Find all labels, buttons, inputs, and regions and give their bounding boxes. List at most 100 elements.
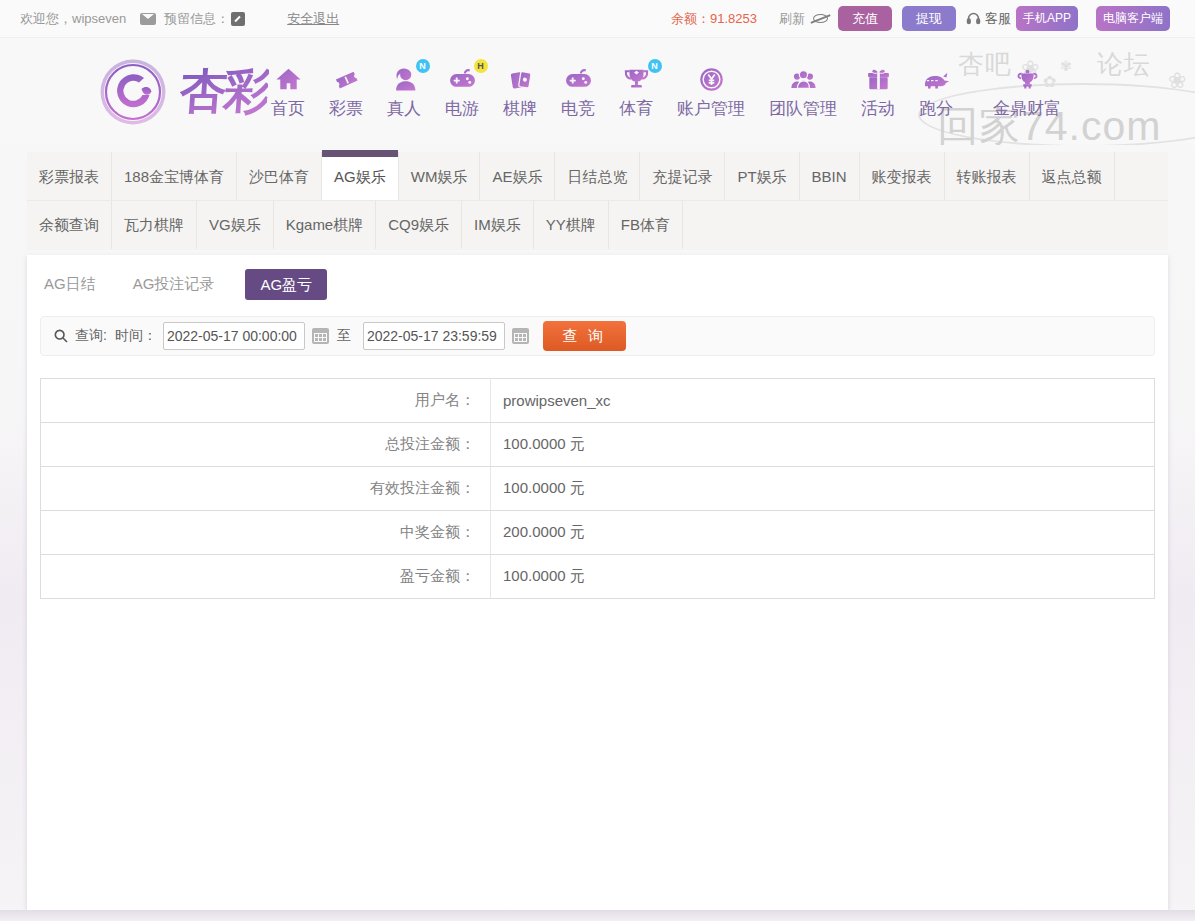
nav-item-11[interactable]: 跑分 <box>919 64 953 120</box>
main-nav: 首页彩票 N 真人 H电游棋牌 电竞 N 体育 账户管理 团队管理活动跑分金鼎财富 <box>271 64 1061 120</box>
tab-row-1: 彩票报表188金宝博体育沙巴体育AG娱乐WM娱乐AE娱乐日结总览充提记录PT娱乐… <box>27 152 1168 201</box>
report-row-3: 有效投注金额：100.0000 元 <box>41 467 1155 511</box>
tab-PT娱乐[interactable]: PT娱乐 <box>725 152 799 200</box>
refresh-link[interactable]: 刷新 <box>779 10 805 28</box>
logo-text: 杏彩 <box>178 60 270 123</box>
start-time-input[interactable] <box>163 322 305 350</box>
nav-label: 棋牌 <box>503 97 537 120</box>
nav-label: 真人 <box>387 97 421 120</box>
query-label: 查询: <box>75 327 107 345</box>
logo-icon <box>92 53 174 131</box>
tab-IM娱乐[interactable]: IM娱乐 <box>462 201 534 249</box>
tab-彩票报表[interactable]: 彩票报表 <box>27 152 112 200</box>
nav-item-6[interactable]: 电竞 <box>561 64 595 120</box>
row-label: 中奖金额： <box>41 511 491 555</box>
logout-link[interactable]: 安全退出 <box>287 10 339 28</box>
row-value: prowipseven_xc <box>491 379 1155 423</box>
badge-h: H <box>474 59 488 73</box>
watermark-text2: 论坛 <box>1097 47 1151 82</box>
tab-BBIN[interactable]: BBIN <box>800 152 860 200</box>
balance-label: 余额： <box>671 11 710 26</box>
badge-n: N <box>648 59 662 73</box>
time-label: 时间： <box>115 327 157 345</box>
nav-label: 彩票 <box>329 97 363 120</box>
tab-FB体育[interactable]: FB体育 <box>609 201 683 249</box>
reserved-info-label: 预留信息： <box>164 10 229 28</box>
report-row-4: 中奖金额：200.0000 元 <box>41 511 1155 555</box>
subtab-AG盈亏[interactable]: AG盈亏 <box>245 269 327 300</box>
report-row-1: 用户名：prowipseven_xc <box>41 379 1155 423</box>
home-icon <box>274 64 303 94</box>
withdraw-button[interactable]: 提现 <box>902 6 956 31</box>
report-row-2: 总投注金额：100.0000 元 <box>41 423 1155 467</box>
tab-188金宝博体育[interactable]: 188金宝博体育 <box>112 152 237 200</box>
report-tabs: 彩票报表188金宝博体育沙巴体育AG娱乐WM娱乐AE娱乐日结总览充提记录PT娱乐… <box>27 152 1168 250</box>
mail-icon[interactable] <box>140 13 156 25</box>
nav-label: 电竞 <box>561 97 595 120</box>
nav-item-10[interactable]: 活动 <box>861 64 895 120</box>
nav-label: 体育 <box>619 97 653 120</box>
balance: 余额：91.8253 <box>671 10 757 28</box>
recharge-button[interactable]: 充值 <box>838 6 892 31</box>
tab-瓦力棋牌[interactable]: 瓦力棋牌 <box>112 201 197 249</box>
tab-VG娱乐[interactable]: VG娱乐 <box>197 201 274 249</box>
tab-余额查询[interactable]: 余额查询 <box>27 201 112 249</box>
query-button[interactable]: 查 询 <box>543 321 626 351</box>
tab-row-2: 余额查询瓦力棋牌VG娱乐Kgame棋牌CQ9娱乐IM娱乐YY棋牌FB体育 <box>27 201 1168 250</box>
tab-AE娱乐[interactable]: AE娱乐 <box>480 152 555 200</box>
nav-item-1[interactable]: 首页 <box>271 64 305 120</box>
calendar-icon-end[interactable] <box>512 328 529 344</box>
nav-item-12[interactable]: 金鼎财富 <box>993 64 1061 120</box>
rhino-icon <box>922 64 951 94</box>
tab-返点总额[interactable]: 返点总额 <box>1030 152 1115 200</box>
pc-client-button[interactable]: 电脑客户端 <box>1096 6 1170 31</box>
customer-service[interactable]: 客服 <box>966 10 1011 28</box>
nav-label: 金鼎财富 <box>993 97 1061 120</box>
report-table: 用户名：prowipseven_xc总投注金额：100.0000 元有效投注金额… <box>40 378 1155 599</box>
tab-账变报表[interactable]: 账变报表 <box>860 152 945 200</box>
tab-CQ9娱乐[interactable]: CQ9娱乐 <box>376 201 462 249</box>
nav-item-4[interactable]: H电游 <box>445 64 479 120</box>
eye-off-icon[interactable] <box>811 12 831 26</box>
nav-label: 账户管理 <box>677 97 745 120</box>
tab-转账报表[interactable]: 转账报表 <box>945 152 1030 200</box>
row-label: 总投注金额： <box>41 423 491 467</box>
row-value: 100.0000 元 <box>491 423 1155 467</box>
tab-AG娱乐[interactable]: AG娱乐 <box>322 152 399 200</box>
mobile-app-button[interactable]: 手机APP <box>1016 6 1078 31</box>
row-value: 100.0000 元 <box>491 467 1155 511</box>
service-label: 客服 <box>985 10 1011 28</box>
yen-circle-icon <box>697 64 726 94</box>
edit-icon[interactable] <box>231 12 245 26</box>
trophy-icon: N <box>622 64 651 94</box>
report-row-5: 盈亏金额：100.0000 元 <box>41 555 1155 599</box>
tab-沙巴体育[interactable]: 沙巴体育 <box>237 152 322 200</box>
calendar-icon-start[interactable] <box>312 328 329 344</box>
nav-label: 电游 <box>445 97 479 120</box>
nav-item-5[interactable]: 棋牌 <box>503 64 537 120</box>
row-label: 盈亏金额： <box>41 555 491 599</box>
topbar: 欢迎您，wipseven 预留信息： 安全退出 余额：91.8253 刷新 充值… <box>0 0 1195 38</box>
site-logo[interactable]: 杏彩 <box>92 53 268 131</box>
tab-充提记录[interactable]: 充提记录 <box>640 152 725 200</box>
tab-YY棋牌[interactable]: YY棋牌 <box>534 201 609 249</box>
nav-item-9[interactable]: 团队管理 <box>769 64 837 120</box>
nav-item-8[interactable]: 账户管理 <box>677 64 745 120</box>
badge-n: N <box>416 59 430 73</box>
subtab-AG日结[interactable]: AG日结 <box>44 275 96 294</box>
person-icon: N <box>390 64 419 94</box>
sub-tabs: AG日结 AG投注记录 AG盈亏 <box>27 255 1168 300</box>
tab-WM娱乐[interactable]: WM娱乐 <box>399 152 481 200</box>
tab-Kgame棋牌[interactable]: Kgame棋牌 <box>274 201 377 249</box>
ticket-icon <box>332 64 361 94</box>
welcome-text: 欢迎您，wipseven <box>20 10 126 28</box>
nav-item-2[interactable]: 彩票 <box>329 64 363 120</box>
query-bar: 查询: 时间： 至 查 询 <box>40 316 1155 356</box>
nav-item-3[interactable]: N 真人 <box>387 64 421 120</box>
tab-日结总览[interactable]: 日结总览 <box>555 152 640 200</box>
subtab-AG投注记录[interactable]: AG投注记录 <box>133 275 215 294</box>
nav-item-7[interactable]: N 体育 <box>619 64 653 120</box>
search-icon <box>53 328 69 344</box>
gift-icon <box>864 64 893 94</box>
end-time-input[interactable] <box>363 322 505 350</box>
